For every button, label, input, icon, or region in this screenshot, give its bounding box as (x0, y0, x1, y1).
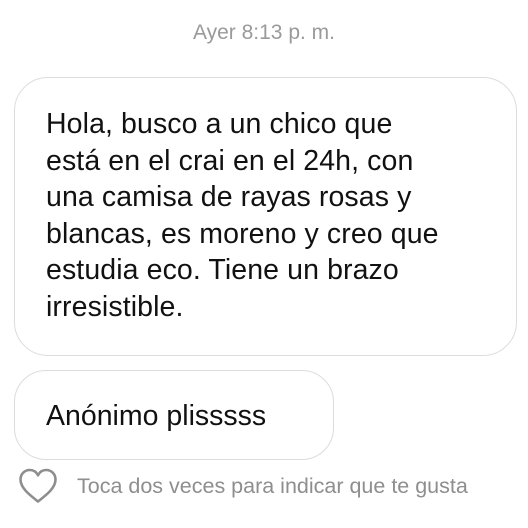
message-bubble[interactable]: Hola, busco a un chico que está en el cr… (14, 77, 517, 356)
message-timestamp: Ayer 8:13 p. m. (192, 21, 336, 44)
heart-outline-icon[interactable] (18, 468, 58, 504)
like-row: Toca dos veces para indicar que te gusta (18, 468, 468, 504)
message-bubble[interactable]: Anónimo plisssss (14, 370, 334, 460)
like-hint-text: Toca dos veces para indicar que te gusta (77, 474, 468, 498)
message-text: Anónimo plisssss (46, 400, 267, 432)
message-text: Hola, busco a un chico que está en el cr… (46, 108, 439, 323)
